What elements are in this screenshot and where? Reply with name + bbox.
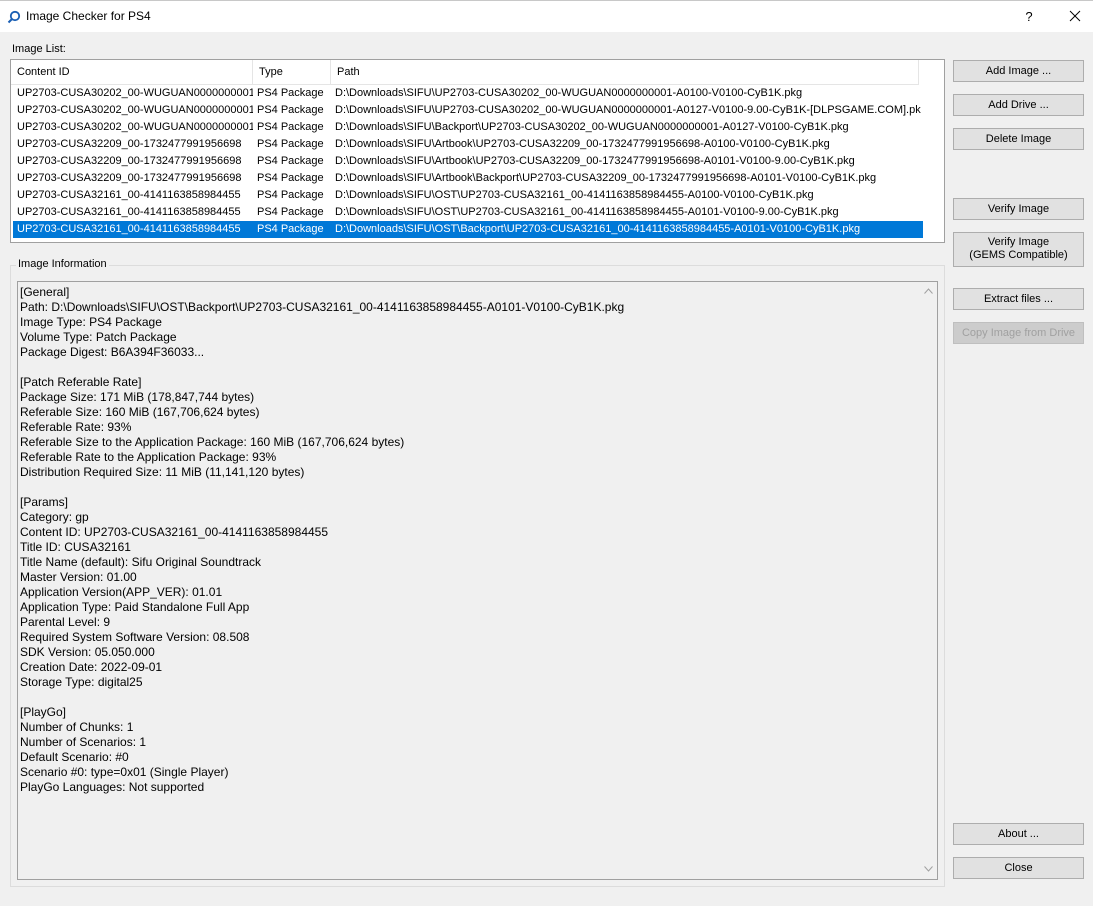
cell-path: D:\Downloads\SIFU\OST\UP2703-CUSA32161_0… xyxy=(335,206,839,218)
add-image-button[interactable]: Add Image ... xyxy=(953,60,1084,82)
add-drive-button[interactable]: Add Drive ... xyxy=(953,94,1084,116)
column-header-path[interactable]: Path xyxy=(331,60,919,84)
delete-image-button[interactable]: Delete Image xyxy=(953,128,1084,150)
cell-path: D:\Downloads\SIFU\Backport\UP2703-CUSA30… xyxy=(335,121,849,133)
image-list-rows: UP2703-CUSA30202_00-WUGUAN0000000001 PS4 … xyxy=(13,85,923,238)
cell-type: PS4 Package xyxy=(257,155,324,167)
cell-path: D:\Downloads\SIFU\UP2703-CUSA30202_00-WU… xyxy=(335,87,803,99)
cell-content-id: UP2703-CUSA32161_00-4141163858984455 xyxy=(17,223,241,235)
column-header-content-id[interactable]: Content ID xyxy=(11,60,253,84)
table-row[interactable]: UP2703-CUSA32209_00-1732477991956698 PS4 … xyxy=(13,136,923,153)
about-button[interactable]: About ... xyxy=(953,823,1084,845)
cell-type: PS4 Package xyxy=(257,172,324,184)
table-row[interactable]: UP2703-CUSA32161_00-4141163858984455 PS4 … xyxy=(13,221,923,238)
cell-content-id: UP2703-CUSA30202_00-WUGUAN0000000001 xyxy=(17,87,253,99)
cell-content-id: UP2703-CUSA32209_00-1732477991956698 xyxy=(17,155,242,167)
table-row[interactable]: UP2703-CUSA32161_00-4141163858984455 PS4 … xyxy=(13,204,923,221)
app-icon xyxy=(7,10,21,24)
column-header-type[interactable]: Type xyxy=(253,60,331,84)
cell-path: D:\Downloads\SIFU\Artbook\UP2703-CUSA322… xyxy=(335,155,855,167)
info-scrollbar[interactable] xyxy=(920,282,937,879)
image-information-label: Image Information xyxy=(16,258,109,270)
cell-path: D:\Downloads\SIFU\UP2703-CUSA30202_00-WU… xyxy=(335,104,921,116)
close-button[interactable]: Close xyxy=(953,857,1084,879)
cell-type: PS4 Package xyxy=(257,121,324,133)
table-row[interactable]: UP2703-CUSA30202_00-WUGUAN0000000001 PS4 … xyxy=(13,102,923,119)
title-bar: Image Checker for PS4 ? xyxy=(0,0,1093,32)
cell-path: D:\Downloads\SIFU\OST\Backport\UP2703-CU… xyxy=(335,223,861,235)
table-row[interactable]: UP2703-CUSA32209_00-1732477991956698 PS4 … xyxy=(13,153,923,170)
cell-type: PS4 Package xyxy=(257,206,324,218)
copy-image-from-drive-button: Copy Image from Drive xyxy=(953,322,1084,344)
cell-path: D:\Downloads\SIFU\Artbook\UP2703-CUSA322… xyxy=(335,138,830,150)
close-window-button[interactable] xyxy=(1058,1,1092,32)
scroll-down-icon[interactable] xyxy=(924,866,933,872)
cell-content-id: UP2703-CUSA32161_00-4141163858984455 xyxy=(17,189,241,201)
cell-content-id: UP2703-CUSA30202_00-WUGUAN0000000001 xyxy=(17,121,253,133)
verify-image-button[interactable]: Verify Image xyxy=(953,198,1084,220)
cell-type: PS4 Package xyxy=(257,138,324,150)
extract-files-button[interactable]: Extract files ... xyxy=(953,288,1084,310)
cell-content-id: UP2703-CUSA32161_00-4141163858984455 xyxy=(17,206,241,218)
cell-path: D:\Downloads\SIFU\OST\UP2703-CUSA32161_0… xyxy=(335,189,814,201)
image-list-header: Content ID Type Path xyxy=(11,60,919,85)
window-title: Image Checker for PS4 xyxy=(26,9,151,23)
cell-type: PS4 Package xyxy=(257,189,324,201)
verify-image-gems-button[interactable]: Verify Image (GEMS Compatible) xyxy=(953,232,1084,267)
cell-type: PS4 Package xyxy=(257,223,324,235)
scroll-up-icon[interactable] xyxy=(924,288,933,294)
image-list[interactable]: Content ID Type Path UP2703-CUSA30202_00… xyxy=(10,59,945,243)
image-list-label: Image List: xyxy=(12,43,66,55)
close-icon xyxy=(1069,10,1081,22)
table-row[interactable]: UP2703-CUSA30202_00-WUGUAN0000000001 PS4 … xyxy=(13,85,923,102)
cell-type: PS4 Package xyxy=(257,87,324,99)
image-information-textbox[interactable]: [General] Path: D:\Downloads\SIFU\OST\Ba… xyxy=(17,281,938,880)
cell-type: PS4 Package xyxy=(257,104,324,116)
cell-content-id: UP2703-CUSA32209_00-1732477991956698 xyxy=(17,172,242,184)
image-information-text: [General] Path: D:\Downloads\SIFU\OST\Ba… xyxy=(20,285,625,794)
table-row[interactable]: UP2703-CUSA32209_00-1732477991956698 PS4 … xyxy=(13,170,923,187)
help-button[interactable]: ? xyxy=(1012,1,1046,32)
cell-content-id: UP2703-CUSA32209_00-1732477991956698 xyxy=(17,138,242,150)
table-row[interactable]: UP2703-CUSA30202_00-WUGUAN0000000001 PS4 … xyxy=(13,119,923,136)
cell-path: D:\Downloads\SIFU\Artbook\Backport\UP270… xyxy=(335,172,877,184)
cell-content-id: UP2703-CUSA30202_00-WUGUAN0000000001 xyxy=(17,104,253,116)
table-row[interactable]: UP2703-CUSA32161_00-4141163858984455 PS4 … xyxy=(13,187,923,204)
